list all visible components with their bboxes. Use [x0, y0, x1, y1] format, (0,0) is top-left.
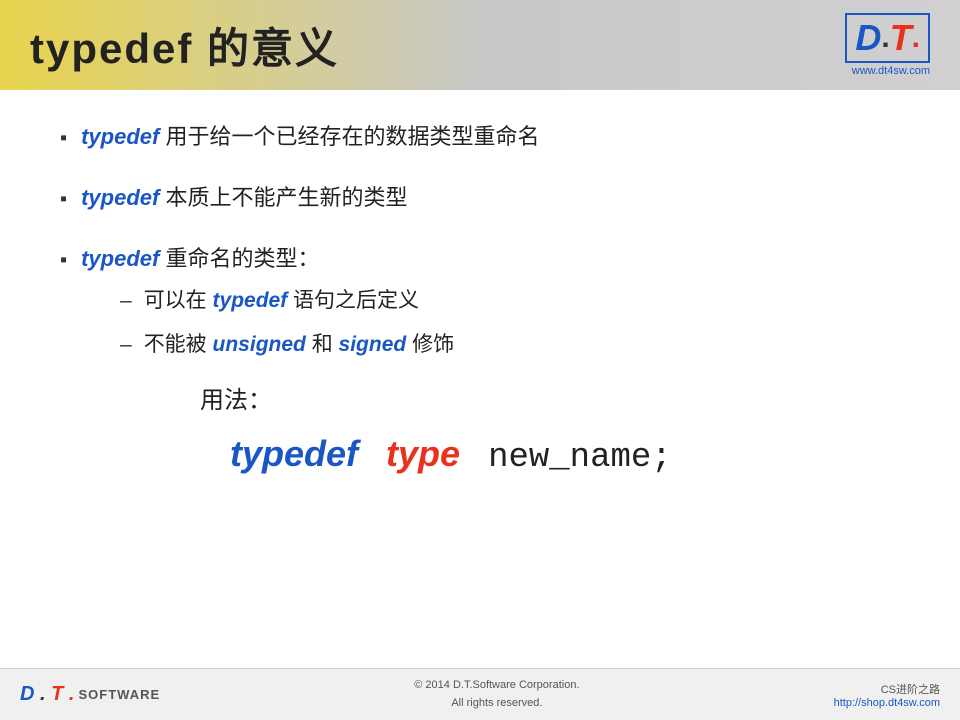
logo-dot2: . [912, 21, 920, 55]
footer-copyright: © 2014 D.T.Software Corporation. All rig… [414, 677, 579, 712]
keyword-typedef-3: typedef [81, 246, 159, 271]
footer-url: http://shop.dt4sw.com [834, 697, 940, 709]
code-type: type [386, 433, 460, 475]
sub-text-2: 不能被 unsigned 和 signed 修饰 [144, 329, 454, 361]
bullet-item-1: ▪ typedef 用于给一个已经存在的数据类型重命名 [60, 120, 900, 153]
sub-text-1: 可以在 typedef 语句之后定义 [144, 285, 419, 317]
slide-footer: D . T . Software © 2014 D.T.Software Cor… [0, 668, 960, 720]
footer-d: D [20, 683, 34, 705]
logo-d-letter: D [855, 17, 881, 59]
bullet-marker-1: ▪ [60, 123, 67, 153]
usage-code: typedef type new_name; [230, 433, 900, 477]
footer-software: Software [78, 687, 160, 702]
logo-box: D . T . [845, 13, 930, 63]
footer-logo-dt: D . T . [20, 683, 74, 706]
bullet-item-2: ▪ typedef 本质上不能产生新的类型 [60, 181, 900, 214]
slide-content: ▪ typedef 用于给一个已经存在的数据类型重命名 ▪ typedef 本质… [0, 90, 960, 487]
sub-keyword-unsigned: unsigned [213, 333, 306, 356]
sub-item-1: – 可以在 typedef 语句之后定义 [120, 285, 900, 317]
usage-section: 用法： typedef type new_name; [200, 380, 900, 477]
bullet-marker-2: ▪ [60, 184, 67, 214]
footer-t: T [51, 683, 63, 705]
sub-bullet-list: – 可以在 typedef 语句之后定义 – 不能被 unsigned 和 si… [120, 285, 900, 360]
keyword-typedef-1: typedef [81, 124, 159, 149]
bullet-marker-3: ▪ [60, 245, 67, 275]
bullet-rest-2: 本质上不能产生新的类型 [159, 185, 407, 210]
bullet-list: ▪ typedef 用于给一个已经存在的数据类型重命名 ▪ typedef 本质… [60, 120, 900, 275]
logo-dot1: . [881, 21, 889, 55]
sub-keyword-typedef: typedef [213, 289, 288, 312]
slide-header: typedef 的意义 D . T . www.dt4sw.com [0, 0, 960, 90]
footer-dot1: . [40, 683, 46, 705]
logo-t-letter: T [890, 17, 912, 59]
bullet-text-2: typedef 本质上不能产生新的类型 [81, 181, 407, 214]
footer-logo: D . T . Software [20, 683, 160, 706]
footer-dot2: . [69, 683, 75, 705]
code-new-name: new_name; [488, 439, 672, 477]
bullet-item-3: ▪ typedef 重命名的类型： [60, 242, 900, 275]
code-typedef: typedef [230, 433, 358, 475]
sub-marker-1: – [120, 285, 132, 317]
footer-page-info: CS进阶之路 [881, 684, 940, 696]
slide-title: typedef 的意义 [30, 15, 339, 76]
sub-item-2: – 不能被 unsigned 和 signed 修饰 [120, 329, 900, 361]
bullet-rest-1: 用于给一个已经存在的数据类型重命名 [159, 124, 539, 149]
keyword-typedef-2: typedef [81, 185, 159, 210]
usage-label: 用法： [200, 380, 900, 415]
bullet-text-3: typedef 重命名的类型： [81, 242, 319, 275]
sub-keyword-signed: signed [339, 333, 407, 356]
copyright-line1: © 2014 D.T.Software Corporation. [414, 679, 579, 691]
copyright-line2: All rights reserved. [451, 697, 542, 709]
sub-marker-2: – [120, 329, 132, 361]
logo-url: www.dt4sw.com [852, 65, 930, 77]
bullet-rest-3: 重命名的类型： [159, 246, 319, 271]
bullet-text-1: typedef 用于给一个已经存在的数据类型重命名 [81, 120, 539, 153]
footer-right: CS进阶之路 http://shop.dt4sw.com [834, 681, 940, 709]
header-logo: D . T . www.dt4sw.com [845, 13, 930, 77]
